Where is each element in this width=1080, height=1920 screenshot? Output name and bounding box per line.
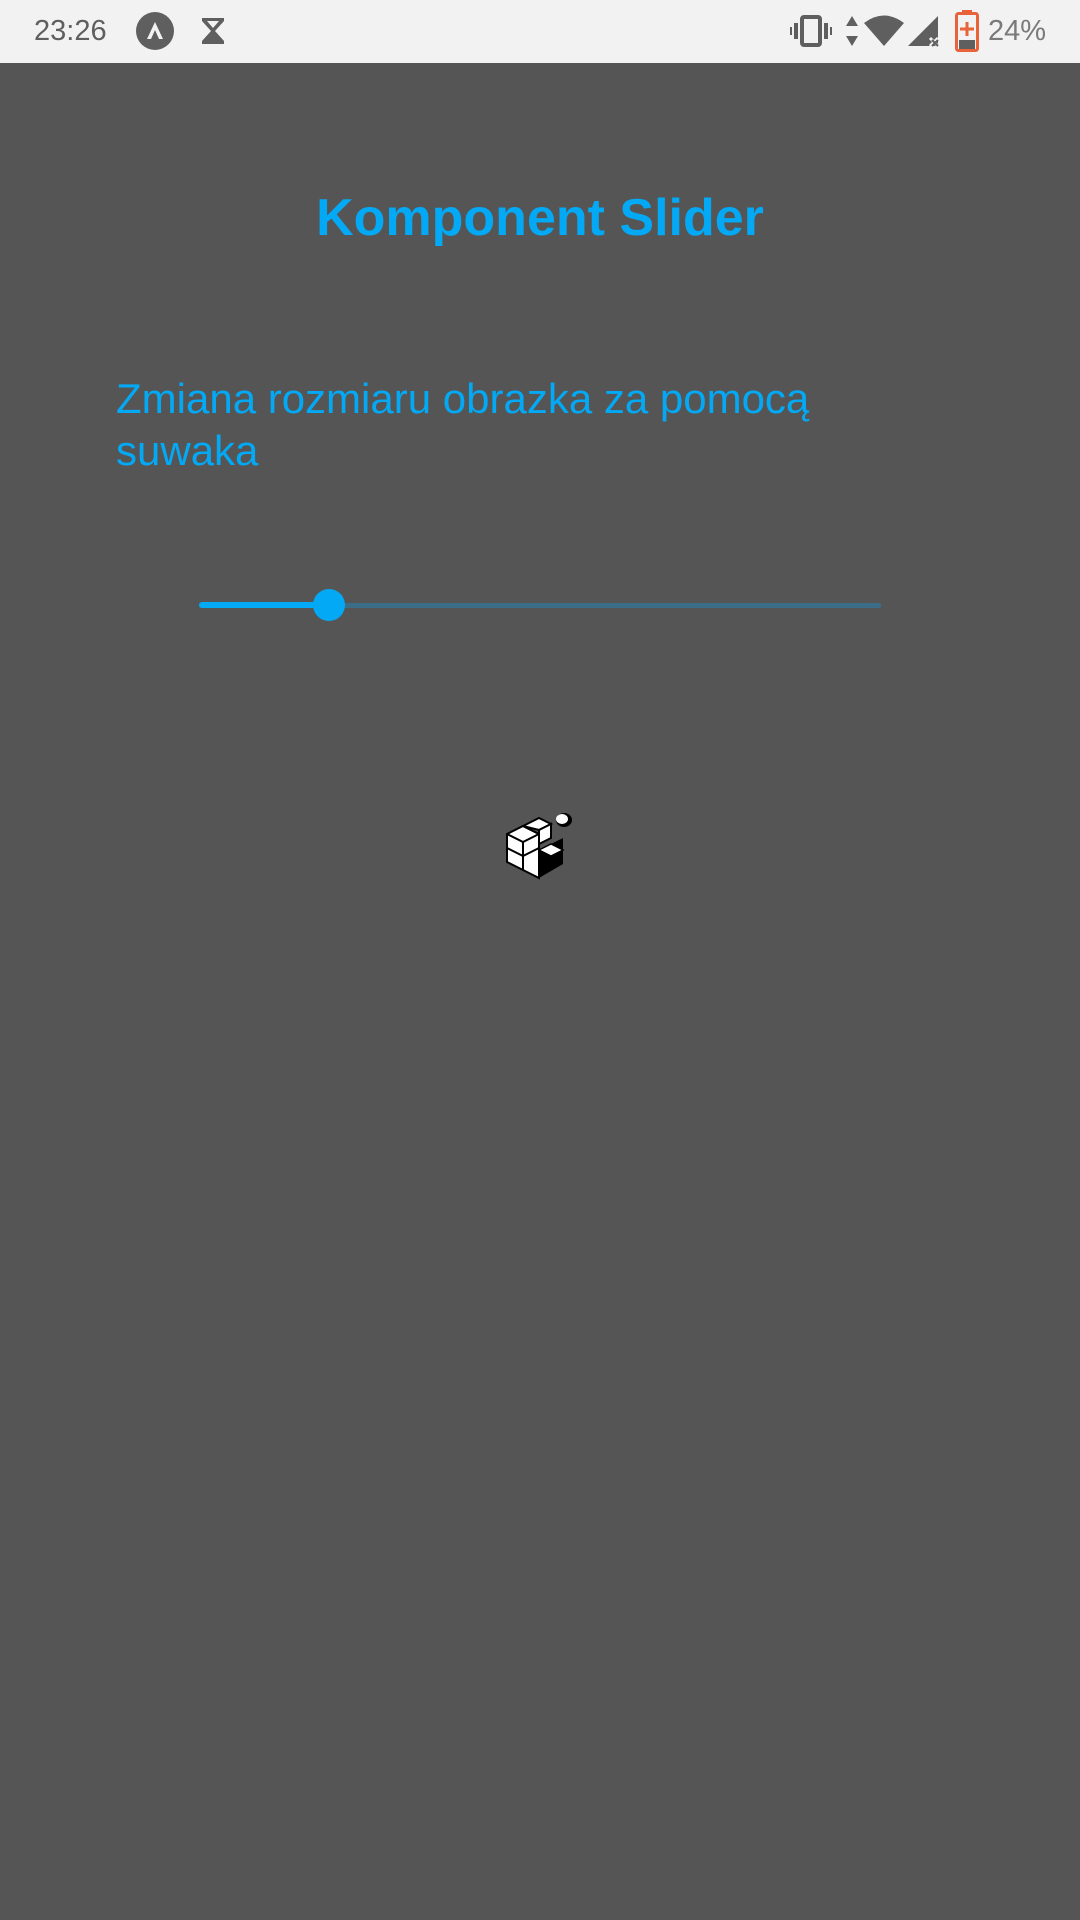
battery-charging-icon — [955, 10, 979, 57]
slider-description: Zmiana rozmiaru obrazka za pomocą suwaka — [116, 375, 810, 474]
status-time: 23:26 — [34, 15, 107, 47]
page-title: Komponent Slider — [316, 189, 764, 247]
hourglass-icon — [198, 12, 236, 50]
cube-blocks-icon — [503, 808, 575, 880]
slider-active-track — [199, 602, 329, 608]
slider-thumb[interactable] — [313, 589, 345, 621]
cell-signal-icon — [908, 12, 942, 55]
status-bar: 23:26 24% — [0, 0, 1080, 63]
battery-percent: 24% — [988, 15, 1047, 47]
wifi-icon — [864, 12, 904, 55]
data-arrows-icon — [844, 12, 860, 55]
vibrate-icon — [790, 12, 832, 55]
app-notification-icon — [136, 12, 174, 50]
size-slider[interactable] — [199, 585, 881, 625]
